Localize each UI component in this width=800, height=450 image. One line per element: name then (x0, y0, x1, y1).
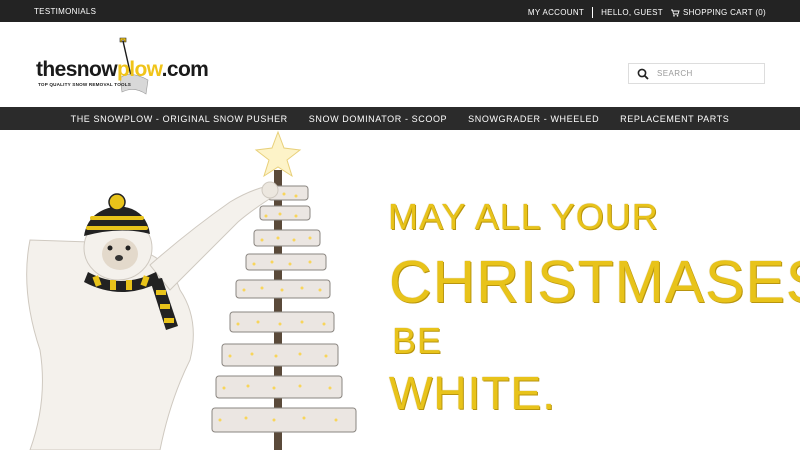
hero-banner[interactable]: MAY ALL YOUR CHRISTMASES BE WHITE. (0, 130, 800, 450)
nav-item-snow-dominator[interactable]: SNOW DOMINATOR - SCOOP (298, 114, 457, 124)
top-bar: TESTIMONIALS MY ACCOUNT HELLO, GUEST SHO… (0, 0, 800, 22)
nav-item-snowplow[interactable]: THE SNOWPLOW - ORIGINAL SNOW PUSHER (60, 114, 298, 124)
logo-word-com: .com (161, 58, 209, 81)
hero-line-2: CHRISTMASES (389, 249, 800, 315)
search-box[interactable] (628, 63, 765, 84)
cart-label: SHOPPING CART (0) (682, 8, 766, 17)
logo-tagline: TOP QUALITY SNOW REMOVAL TOOLS (38, 82, 132, 87)
main-nav: THE SNOWPLOW - ORIGINAL SNOW PUSHER SNOW… (0, 107, 800, 130)
hero-line-4: WHITE. (389, 367, 556, 419)
logo-wordmark: thesnowplow.com (36, 58, 209, 82)
hero-line-1: MAY ALL YOUR (388, 196, 659, 237)
greeting-text: HELLO, GUEST (601, 8, 663, 17)
search-icon[interactable] (637, 68, 649, 80)
nav-item-snowgrader[interactable]: SNOWGRADER - WHEELED (458, 114, 610, 124)
shopping-cart-link[interactable]: SHOPPING CART (0) (670, 8, 766, 17)
logo-word-plow: plow (116, 58, 162, 81)
cart-icon (670, 9, 680, 17)
logo-word-the: the (36, 58, 66, 81)
hero-line-3: BE (392, 320, 443, 361)
divider (592, 7, 594, 18)
nav-item-replacement-parts[interactable]: REPLACEMENT PARTS (610, 114, 740, 124)
account-links: MY ACCOUNT HELLO, GUEST SHOPPING CART (0… (528, 7, 766, 18)
site-header: thesnowplow.com TOP QUALITY SNOW REMOVAL… (0, 22, 800, 107)
search-input[interactable] (657, 69, 757, 78)
logo-word-snow: snow (65, 58, 118, 81)
yeti-christmas-tree-image (26, 130, 357, 450)
testimonials-link[interactable]: TESTIMONIALS (34, 7, 96, 16)
site-logo[interactable]: thesnowplow.com TOP QUALITY SNOW REMOVAL… (34, 36, 209, 98)
star-icon (254, 130, 302, 178)
my-account-link[interactable]: MY ACCOUNT (528, 8, 584, 17)
